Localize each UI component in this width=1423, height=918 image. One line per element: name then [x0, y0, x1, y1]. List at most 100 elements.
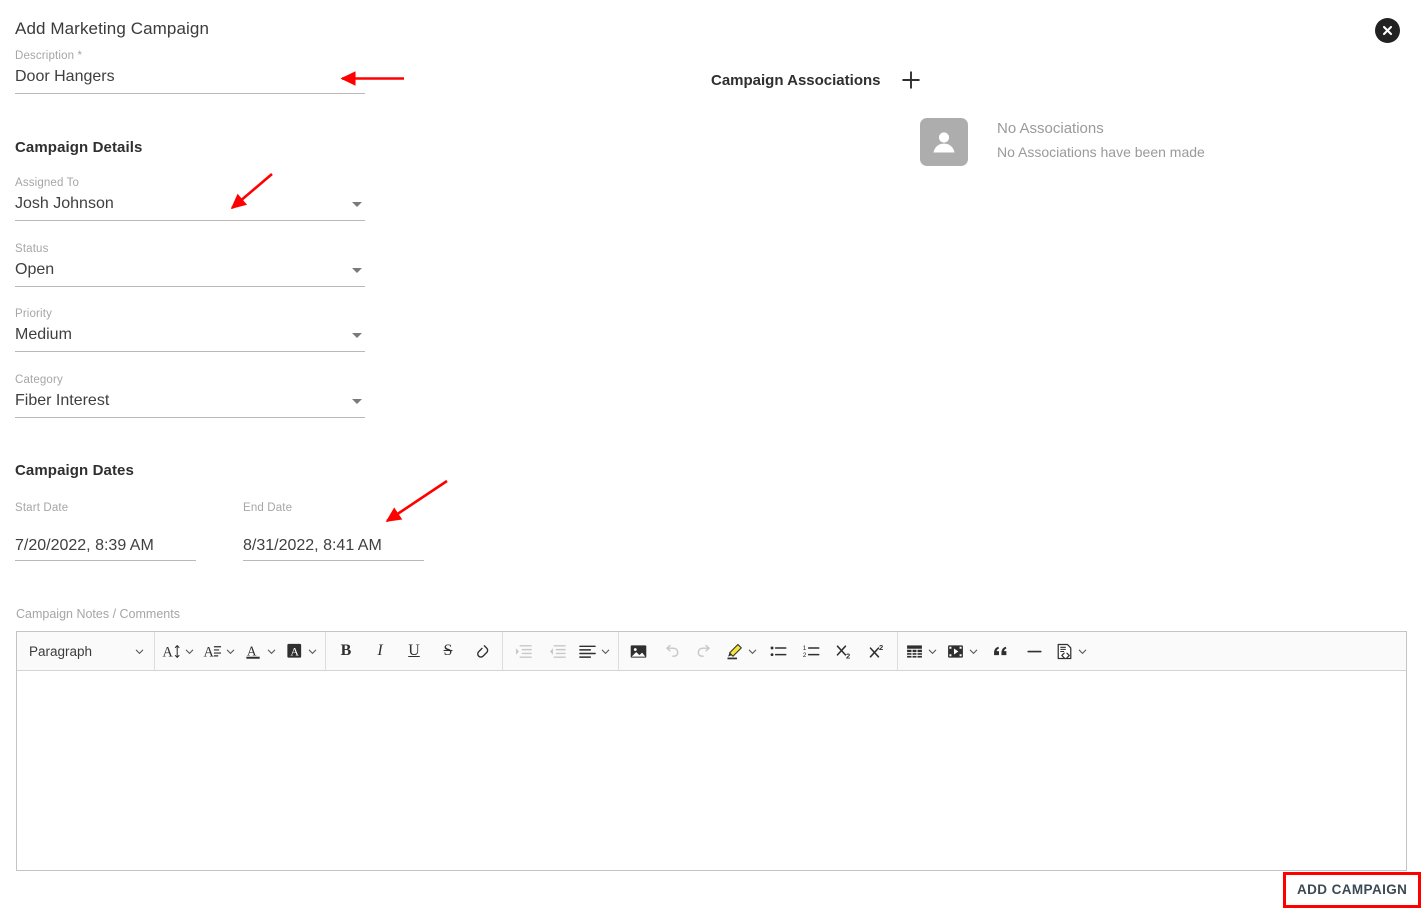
numbered-list-icon[interactable]: 1 2	[795, 636, 828, 666]
paragraph-style-label: Paragraph	[29, 643, 93, 659]
bold-label: B	[340, 642, 352, 659]
start-date-input[interactable]	[15, 536, 196, 560]
rich-text-editor: Paragraph A A A A B I U S 1 2 2 2	[16, 631, 1407, 871]
status-field: Status Open	[15, 243, 365, 287]
align-chevron-down-icon[interactable]	[599, 646, 615, 657]
campaign-dates-heading: Campaign Dates	[15, 462, 134, 479]
strikethrough-label: S	[443, 642, 453, 659]
indent-increase-icon[interactable]	[506, 636, 540, 666]
campaign-associations-heading: Campaign Associations	[711, 72, 881, 89]
add-campaign-button[interactable]: ADD CAMPAIGN	[1286, 875, 1419, 905]
svg-text:1: 1	[803, 644, 807, 651]
no-associations-subtitle: No Associations have been made	[997, 144, 1205, 160]
chevron-down-icon	[135, 649, 144, 654]
assigned-to-select-row[interactable]: Josh Johnson	[15, 194, 365, 221]
blockquote-icon[interactable]	[983, 636, 1017, 666]
background-color-icon[interactable]: A	[281, 636, 307, 666]
add-marketing-campaign-dialog: Add Marketing Campaign Description * Cam…	[0, 0, 1423, 918]
end-date-label: End Date	[243, 502, 293, 514]
table-icon[interactable]	[901, 636, 927, 666]
svg-text:A: A	[203, 644, 214, 660]
source-code-chevron-down-icon[interactable]	[1076, 646, 1092, 657]
indent-align-group	[506, 632, 615, 671]
campaign-details-heading: Campaign Details	[15, 139, 143, 156]
end-date-input[interactable]	[243, 536, 424, 560]
chevron-down-icon[interactable]	[352, 333, 362, 338]
font-size-icon[interactable]: A	[158, 636, 184, 666]
toolbar-separator	[325, 631, 326, 671]
font-color-icon[interactable]: A	[240, 636, 266, 666]
priority-select-row[interactable]: Medium	[15, 325, 365, 352]
line-height-chevron-down-icon[interactable]	[224, 646, 240, 657]
font-color-chevron-down-icon[interactable]	[265, 646, 281, 657]
category-value: Fiber Interest	[15, 392, 110, 409]
underline-icon[interactable]: U	[397, 636, 431, 666]
link-icon[interactable]	[465, 636, 499, 666]
horizontal-rule-icon[interactable]	[1017, 636, 1051, 666]
undo-icon[interactable]	[655, 636, 688, 666]
table-chevron-down-icon[interactable]	[926, 646, 942, 657]
assigned-to-label: Assigned To	[15, 177, 80, 189]
align-icon[interactable]	[574, 636, 600, 666]
font-group: A A A A	[158, 632, 322, 671]
status-label: Status	[15, 243, 49, 255]
svg-text:2: 2	[846, 651, 850, 660]
paragraph-style-select[interactable]: Paragraph	[19, 636, 151, 666]
bulleted-list-icon[interactable]	[762, 636, 795, 666]
start-date-label: Start Date	[15, 502, 69, 514]
line-height-icon[interactable]: A	[199, 636, 225, 666]
svg-text:2: 2	[803, 652, 807, 659]
insert-group: 1 2 2 2	[622, 632, 894, 671]
start-date-input-row[interactable]	[15, 519, 196, 561]
video-icon[interactable]	[942, 636, 968, 666]
superscript-icon[interactable]: 2	[861, 636, 894, 666]
page-title: Add Marketing Campaign	[15, 19, 210, 38]
description-input-row[interactable]	[15, 67, 365, 94]
svg-text:A: A	[162, 644, 173, 660]
toolbar-separator	[154, 631, 155, 671]
category-label: Category	[15, 374, 63, 386]
redo-icon[interactable]	[688, 636, 721, 666]
no-associations-title: No Associations	[997, 120, 1104, 137]
background-color-chevron-down-icon[interactable]	[306, 646, 322, 657]
add-campaign-highlight: ADD CAMPAIGN	[1283, 872, 1422, 908]
description-input[interactable]	[15, 67, 365, 87]
editor-body[interactable]	[17, 671, 1406, 870]
priority-value: Medium	[15, 326, 72, 343]
svg-text:A: A	[290, 644, 299, 658]
image-icon[interactable]	[622, 636, 655, 666]
description-label: Description *	[15, 50, 83, 62]
chevron-down-icon[interactable]	[352, 399, 362, 404]
strikethrough-icon[interactable]: S	[431, 636, 465, 666]
priority-label: Priority	[15, 308, 52, 320]
highlight-icon[interactable]	[721, 636, 747, 666]
font-size-chevron-down-icon[interactable]	[183, 646, 199, 657]
person-placeholder-icon	[920, 118, 968, 166]
category-select-row[interactable]: Fiber Interest	[15, 391, 365, 418]
status-value: Open	[15, 261, 55, 278]
description-field: Description *	[15, 50, 365, 94]
plus-icon[interactable]	[899, 68, 923, 92]
end-date-input-row[interactable]	[243, 519, 424, 561]
category-field: Category Fiber Interest	[15, 374, 365, 418]
start-date-field: Start Date	[15, 502, 196, 561]
status-select-row[interactable]: Open	[15, 260, 365, 287]
chevron-down-icon[interactable]	[352, 202, 362, 207]
priority-field: Priority Medium	[15, 308, 365, 352]
italic-icon[interactable]: I	[363, 636, 397, 666]
video-chevron-down-icon[interactable]	[967, 646, 983, 657]
subscript-icon[interactable]: 2	[828, 636, 861, 666]
chevron-down-icon[interactable]	[352, 268, 362, 273]
svg-text:A: A	[246, 643, 256, 658]
indent-decrease-icon[interactable]	[540, 636, 574, 666]
bold-icon[interactable]: B	[329, 636, 363, 666]
paragraph-style-group: Paragraph	[19, 632, 151, 671]
source-code-icon[interactable]	[1051, 636, 1077, 666]
highlight-chevron-down-icon[interactable]	[746, 646, 762, 657]
text-format-group: B I U S	[329, 632, 499, 671]
assigned-to-value: Josh Johnson	[15, 195, 114, 212]
toolbar-separator	[618, 631, 619, 671]
campaign-notes-label: Campaign Notes / Comments	[16, 607, 180, 621]
close-icon[interactable]	[1375, 18, 1400, 43]
italic-label: I	[377, 642, 383, 659]
